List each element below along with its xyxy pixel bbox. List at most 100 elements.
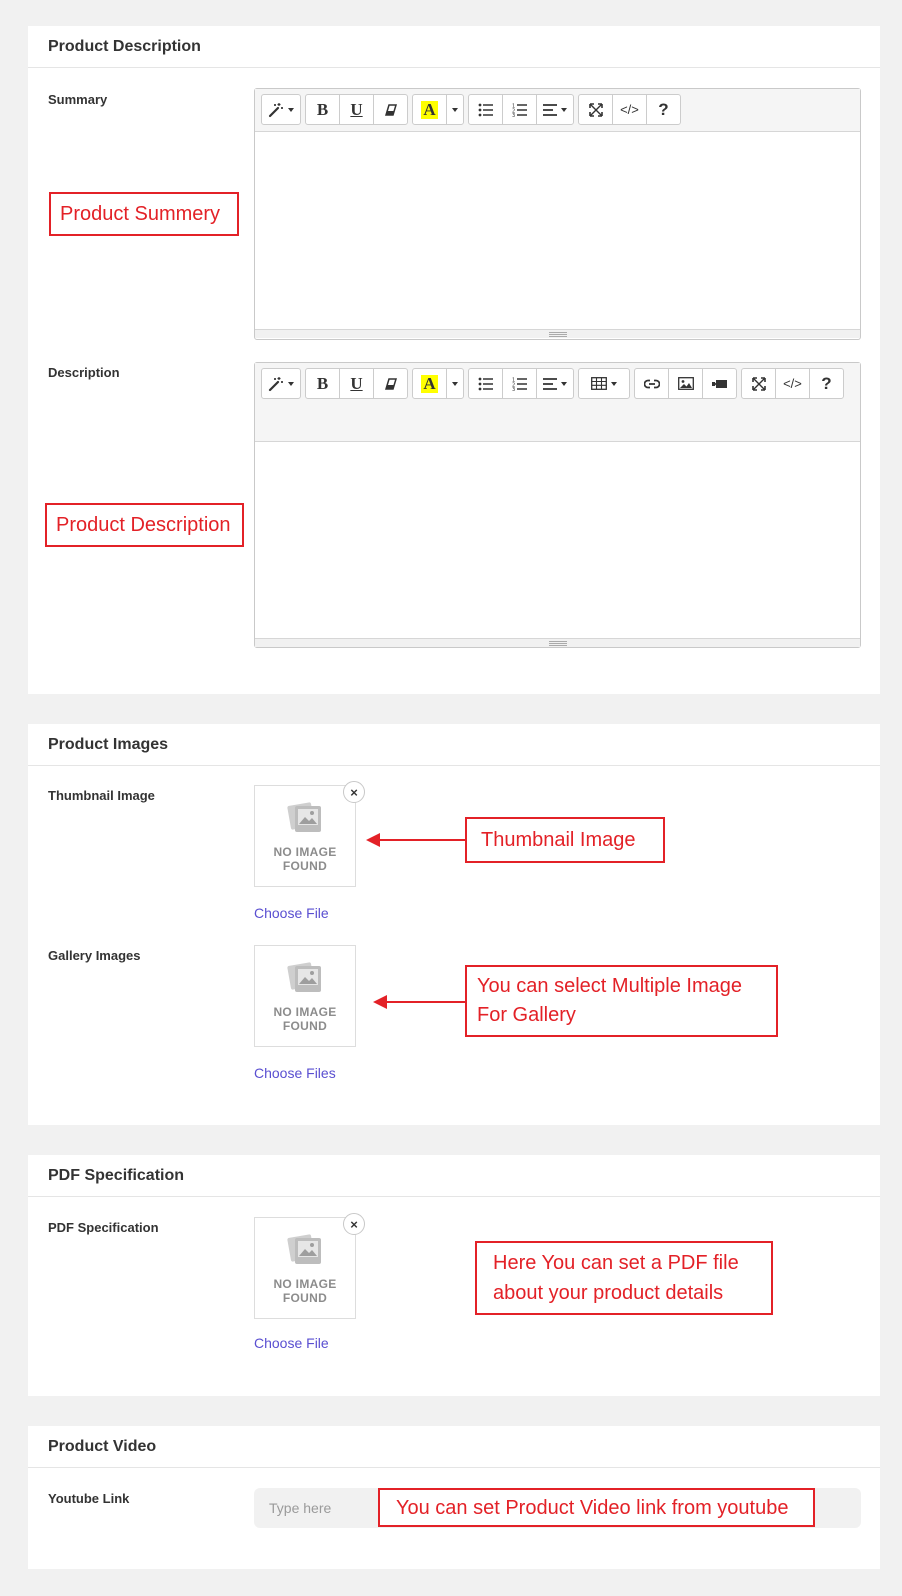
resize-bar[interactable] xyxy=(255,638,860,647)
style-dropdown-button[interactable] xyxy=(261,94,301,125)
card-header: Product Description xyxy=(28,26,880,68)
align-left-icon xyxy=(543,377,557,390)
no-image-line: NO IMAGE xyxy=(273,1004,337,1019)
underline-icon: U xyxy=(350,99,363,119)
underline-button[interactable]: U xyxy=(339,368,374,399)
product-description-card: Product Description Summary B U A 1 2 3 … xyxy=(28,26,880,694)
fullscreen-button[interactable] xyxy=(578,94,613,125)
clear-format-button[interactable] xyxy=(373,94,408,125)
choose-pdf-file-button[interactable]: Choose File xyxy=(254,1335,329,1351)
close-icon: × xyxy=(350,1216,358,1232)
photo-placeholder-icon xyxy=(285,1232,325,1273)
thumbnail-preview: NO IMAGE FOUND × xyxy=(254,781,365,887)
ordered-list-button[interactable]: 123 xyxy=(502,94,537,125)
code-icon: </> xyxy=(783,376,802,391)
annotation-text: For Gallery xyxy=(477,1004,576,1026)
paragraph-dropdown-button[interactable] xyxy=(536,94,574,125)
code-view-button[interactable]: </> xyxy=(775,368,810,399)
video-annotation: You can set Product Video link from yout… xyxy=(378,1488,815,1527)
photo-placeholder-icon xyxy=(285,800,325,841)
chevron-down-icon xyxy=(561,381,567,386)
image-icon xyxy=(677,377,694,390)
font-group: B U xyxy=(305,368,408,433)
grip-icon xyxy=(548,640,567,646)
picture-button[interactable] xyxy=(668,368,703,399)
pdf-specification-card: PDF Specification PDF Specification NO I… xyxy=(28,1155,880,1396)
product-images-card: Product Images Thumbnail Image NO IMAGE F… xyxy=(28,724,880,1125)
summary-label: Summary xyxy=(48,92,108,107)
link-button[interactable] xyxy=(634,368,669,399)
unordered-list-button[interactable] xyxy=(468,94,503,125)
fullscreen-button[interactable] xyxy=(741,368,776,399)
color-group: A xyxy=(412,94,464,125)
editor-toolbar: B U A 123 </> ? xyxy=(255,363,860,442)
photo-placeholder-icon xyxy=(285,960,325,1001)
expand-icon xyxy=(751,376,766,391)
description-label: Description xyxy=(48,365,120,380)
color-dropdown-button[interactable] xyxy=(446,94,464,125)
no-image-line: NO IMAGE xyxy=(273,1276,337,1291)
table-dropdown-button[interactable] xyxy=(578,368,630,399)
card-header: PDF Specification xyxy=(28,1155,880,1197)
remove-thumbnail-button[interactable]: × xyxy=(343,781,365,803)
pdf-label: PDF Specification xyxy=(48,1220,159,1235)
pdf-annotation: Here You can set a PDF file about your p… xyxy=(475,1241,773,1315)
editor-toolbar: B U A 123 </> ? xyxy=(255,89,860,132)
no-image-line: FOUND xyxy=(282,1018,328,1033)
bold-button[interactable]: B xyxy=(305,368,340,399)
gallery-preview: NO IMAGE FOUND xyxy=(254,945,356,1047)
magic-wand-icon xyxy=(268,376,284,392)
color-group: A xyxy=(412,368,464,433)
chevron-down-icon xyxy=(288,381,294,386)
svg-text:3: 3 xyxy=(512,387,515,391)
expand-icon xyxy=(588,102,603,117)
gallery-label: Gallery Images xyxy=(48,948,141,963)
no-image-line: FOUND xyxy=(282,858,328,873)
code-view-button[interactable]: </> xyxy=(612,94,647,125)
help-button[interactable]: ? xyxy=(646,94,681,125)
style-group xyxy=(261,94,301,125)
font-group: B U xyxy=(305,94,408,125)
card-title: PDF Specification xyxy=(48,1166,185,1184)
color-button[interactable]: A xyxy=(412,94,447,125)
choose-thumbnail-file-button[interactable]: Choose File xyxy=(254,905,329,921)
clear-format-button[interactable] xyxy=(373,368,408,399)
bold-icon: B xyxy=(316,373,329,393)
help-button[interactable]: ? xyxy=(809,368,844,399)
annotation-text: Here You can set a PDF file xyxy=(493,1252,739,1274)
chevron-down-icon xyxy=(288,107,294,112)
bold-button[interactable]: B xyxy=(305,94,340,125)
underline-icon: U xyxy=(350,373,363,393)
ordered-list-button[interactable]: 123 xyxy=(502,368,537,399)
color-button[interactable]: A xyxy=(412,368,447,399)
no-image-text: NO IMAGE FOUND xyxy=(273,1005,336,1033)
video-icon xyxy=(711,379,728,389)
color-dropdown-button[interactable] xyxy=(446,368,464,399)
bullet-list-icon xyxy=(478,377,494,391)
description-annotation: Product Description xyxy=(45,503,244,547)
unordered-list-button[interactable] xyxy=(468,368,503,399)
card-header: Product Images xyxy=(28,724,880,766)
bold-icon: B xyxy=(316,99,329,119)
chevron-down-icon xyxy=(452,381,458,386)
numbered-list-icon: 123 xyxy=(512,377,528,391)
summary-editor: B U A 123 </> ? xyxy=(254,88,861,340)
pdf-preview: NO IMAGE FOUND × xyxy=(254,1213,365,1319)
chevron-down-icon xyxy=(611,381,617,386)
remove-pdf-button[interactable]: × xyxy=(343,1213,365,1235)
style-dropdown-button[interactable] xyxy=(261,368,301,399)
no-image-line: NO IMAGE xyxy=(273,844,337,859)
summary-annotation: Product Summery xyxy=(49,192,239,236)
video-button[interactable] xyxy=(702,368,737,399)
product-video-card: Product Video Youtube Link You can set P… xyxy=(28,1426,880,1569)
annotation-text: Product Summery xyxy=(60,203,221,225)
description-editor: B U A 123 </> ? xyxy=(254,362,861,648)
annotation-text: Product Description xyxy=(56,514,231,536)
summary-editable-area[interactable] xyxy=(255,132,860,329)
eraser-icon xyxy=(384,377,398,391)
underline-button[interactable]: U xyxy=(339,94,374,125)
resize-bar[interactable] xyxy=(255,329,860,338)
description-editable-area[interactable] xyxy=(255,442,860,638)
paragraph-dropdown-button[interactable] xyxy=(536,368,574,399)
choose-gallery-files-button[interactable]: Choose Files xyxy=(254,1065,336,1081)
